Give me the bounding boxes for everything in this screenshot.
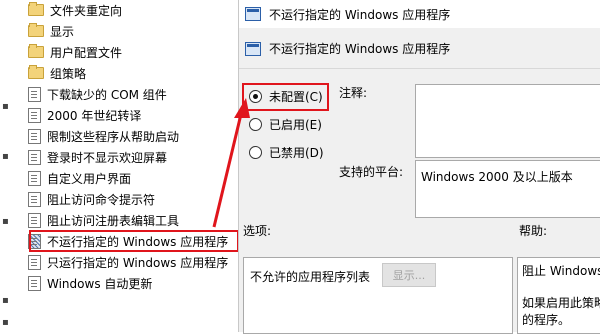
radio-unchecked-icon	[249, 117, 262, 131]
policy-icon	[28, 149, 41, 165]
help-panel: 阻止 Windows 如果启用此策略 的程序。	[517, 257, 600, 334]
tree-folder-item[interactable]: 文件夹重定向	[28, 0, 122, 20]
radio-disabled[interactable]: 已禁用(D)	[249, 142, 324, 162]
radio-label: 已启用(E)	[269, 117, 322, 132]
policy-icon	[28, 86, 41, 102]
tree-folder-item[interactable]: 用户配置文件	[28, 42, 122, 62]
tree-item-label: 登录时不显示欢迎屏幕	[47, 150, 168, 165]
edge-glyph: ▪	[2, 216, 9, 227]
tree-policy-item[interactable]: 阻止访问命令提示符	[28, 189, 155, 209]
policy-icon	[28, 128, 41, 144]
tree-policy-item[interactable]: 只运行指定的 Windows 应用程序	[28, 252, 228, 272]
tree-item-label: 自定义用户界面	[47, 171, 132, 186]
tree-item-label: 文件夹重定向	[50, 3, 123, 18]
tree-item-label: 组策略	[50, 66, 87, 81]
folder-icon	[28, 65, 44, 79]
left-pane-edge: ▪ ▪ ▪ ▪ ▪	[0, 0, 14, 332]
policy-dialog: 不运行指定的 Windows 应用程序 不运行指定的 Windows 应用程序 …	[238, 0, 600, 334]
policy-icon	[28, 107, 41, 123]
folder-icon	[28, 23, 44, 37]
policy-header-title: 不运行指定的 Windows 应用程序	[269, 42, 451, 56]
policy-icon	[28, 254, 41, 270]
show-button[interactable]: 显示...	[382, 263, 436, 287]
folder-icon	[28, 44, 44, 58]
help-line: 阻止 Windows	[522, 264, 600, 278]
options-panel: 不允许的应用程序列表 显示...	[243, 257, 513, 334]
tree-item-label: 只运行指定的 Windows 应用程序	[47, 255, 229, 270]
tree-item-label: 显示	[50, 24, 75, 39]
supported-platform-label: 支持的平台:	[339, 165, 404, 179]
policy-icon	[28, 170, 41, 186]
help-line: 的程序。	[522, 313, 571, 327]
tree-policy-item[interactable]: 阻止访问注册表编辑工具	[28, 210, 179, 230]
edge-glyph: ▪	[2, 295, 9, 306]
tree-item-label: 阻止访问注册表编辑工具	[47, 213, 180, 228]
tree-item-label: 阻止访问命令提示符	[47, 192, 156, 207]
dialog-title: 不运行指定的 Windows 应用程序	[269, 7, 451, 22]
header-divider	[239, 68, 600, 69]
tree-item-label: 下载缺少的 COM 组件	[47, 87, 167, 102]
comment-label: 注释:	[339, 86, 368, 100]
policy-icon	[28, 212, 41, 228]
tree-item-label: 用户配置文件	[50, 45, 123, 60]
radio-label: 已禁用(D)	[269, 145, 324, 160]
folder-icon	[28, 2, 44, 16]
tree-policy-item[interactable]: 下载缺少的 COM 组件	[28, 84, 167, 104]
policy-header-icon	[245, 42, 261, 56]
tree-policy-item[interactable]: 自定义用户界面	[28, 168, 131, 188]
tree-policy-item[interactable]: 2000 年世纪转译	[28, 105, 141, 125]
help-line: 如果启用此策略	[522, 296, 600, 310]
supported-platform-field: Windows 2000 及以上版本	[415, 160, 600, 218]
policy-app-icon	[245, 7, 261, 21]
policy-icon	[28, 191, 41, 207]
comment-textarea[interactable]	[415, 84, 600, 158]
radio-enabled[interactable]: 已启用(E)	[249, 114, 322, 134]
options-label: 选项:	[243, 224, 272, 238]
disallowed-apps-label: 不允许的应用程序列表	[250, 270, 371, 284]
radio-highlight-box	[242, 83, 329, 111]
tree-folder-item[interactable]: 显示	[28, 21, 74, 41]
tree-policy-item[interactable]: 登录时不显示欢迎屏幕	[28, 147, 167, 167]
tree-item-label: 限制这些程序从帮助启动	[47, 129, 180, 144]
edge-glyph: ▪	[2, 151, 9, 162]
tree-policy-item[interactable]: 限制这些程序从帮助启动	[28, 126, 179, 146]
help-label: 帮助:	[519, 224, 548, 238]
dialog-titlebar[interactable]: 不运行指定的 Windows 应用程序	[239, 0, 600, 28]
tree-policy-item[interactable]: Windows 自动更新	[28, 273, 152, 293]
tree-item-label: Windows 自动更新	[47, 276, 153, 291]
policy-tree: 文件夹重定向 显示 用户配置文件 组策略 下载缺少的 COM 组件 2000 年…	[14, 0, 238, 332]
tree-folder-item[interactable]: 组策略	[28, 63, 86, 83]
policy-icon	[28, 275, 41, 291]
supported-platform-value: Windows 2000 及以上版本	[421, 170, 573, 184]
edge-glyph: ▪	[2, 101, 9, 112]
tree-item-label: 2000 年世纪转译	[47, 108, 142, 123]
edge-glyph: ▪	[2, 317, 9, 328]
radio-unchecked-icon	[249, 145, 262, 159]
tree-selection-highlight	[29, 230, 239, 252]
